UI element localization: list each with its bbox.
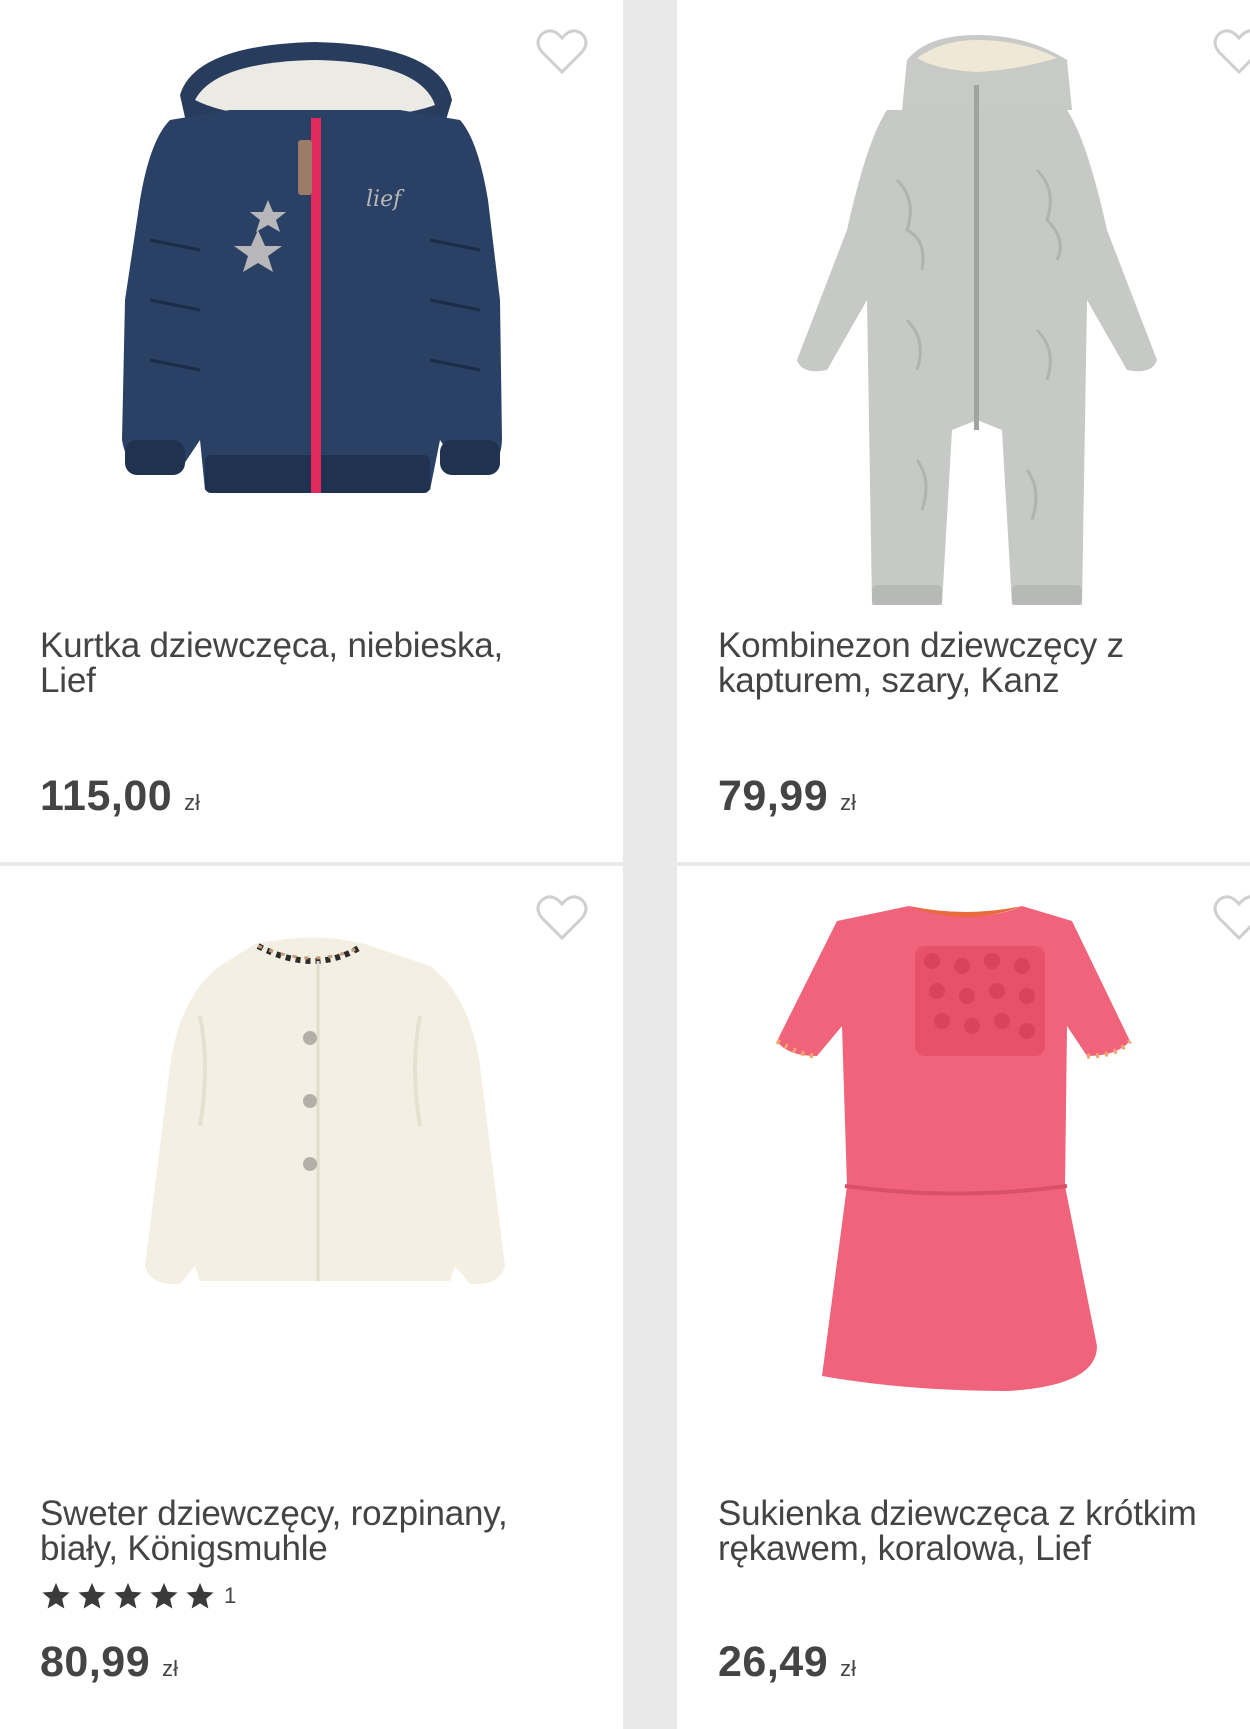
- white-cardigan-image: [145, 937, 505, 1285]
- price-amount: 80,99: [40, 1638, 151, 1686]
- price-currency: zł: [184, 790, 201, 815]
- review-count: 1: [224, 1583, 237, 1608]
- grey-jumpsuit-image: [797, 35, 1157, 605]
- product-image[interactable]: [677, 866, 1250, 1476]
- product-title[interactable]: Kurtka dziewczęca, niebieska, Lief: [40, 628, 560, 698]
- product-price: 79,99 zł: [718, 772, 856, 821]
- price-amount: 79,99: [718, 772, 829, 820]
- star-icon: [42, 1582, 70, 1609]
- star-icon: [150, 1582, 178, 1609]
- heart-outline-icon[interactable]: [536, 28, 588, 76]
- star-icon: [186, 1582, 214, 1609]
- product-title[interactable]: Sukienka dziewczęca z krótkim rękawem, k…: [718, 1496, 1238, 1566]
- star-icon: [78, 1582, 106, 1609]
- price-amount: 115,00: [40, 772, 173, 820]
- product-title[interactable]: Kombinezon dziewczęcy z kapturem, szary,…: [718, 628, 1238, 698]
- price-currency: zł: [162, 1656, 178, 1681]
- product-price: 80,99 zł: [40, 1638, 178, 1687]
- product-title[interactable]: Sweter dziewczęcy, rozpinany, biały, Kön…: [40, 1496, 560, 1566]
- heart-outline-icon[interactable]: [1213, 894, 1250, 942]
- star-icon: [114, 1582, 142, 1609]
- star-rating[interactable]: 1: [40, 1579, 236, 1613]
- price-currency: zł: [840, 1656, 856, 1681]
- product-image[interactable]: lief: [0, 0, 623, 610]
- product-price: 26,49 zł: [718, 1638, 856, 1687]
- product-image[interactable]: [0, 866, 623, 1476]
- heart-outline-icon[interactable]: [1213, 28, 1250, 76]
- blue-jacket-image: lief: [122, 42, 502, 493]
- product-card[interactable]: Kombinezon dziewczęcy z kapturem, szary,…: [677, 0, 1250, 862]
- product-card[interactable]: Sweter dziewczęcy, rozpinany, biały, Kön…: [0, 866, 623, 1729]
- heart-outline-icon[interactable]: [536, 894, 588, 942]
- product-price: 115,00 zł: [40, 772, 200, 821]
- product-image[interactable]: [677, 0, 1250, 610]
- svg-text:lief: lief: [366, 187, 405, 212]
- price-currency: zł: [840, 790, 856, 815]
- product-card[interactable]: lief Kurtka dziewczęca, niebieska, Lief …: [0, 0, 623, 862]
- product-card[interactable]: Sukienka dziewczęca z krótkim rękawem, k…: [677, 866, 1250, 1729]
- coral-dress-image: [775, 906, 1132, 1391]
- price-amount: 26,49: [718, 1638, 829, 1686]
